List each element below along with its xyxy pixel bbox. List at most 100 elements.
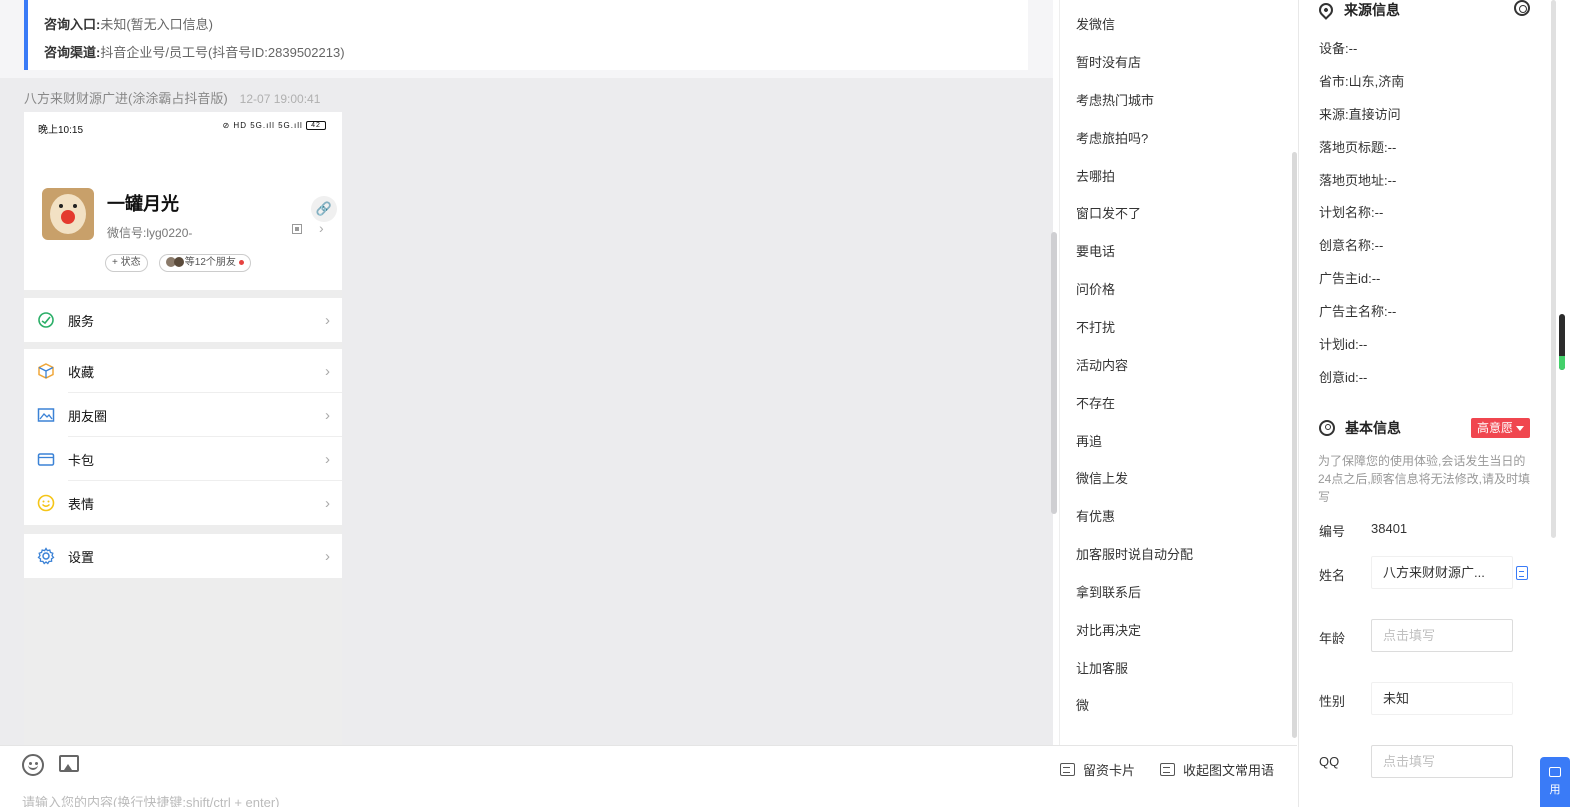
menu-item-label: 表情: [68, 496, 95, 512]
phrase-item[interactable]: 暂时没有店: [1076, 52, 1141, 71]
phrase-item[interactable]: 考虑热门城市: [1076, 90, 1154, 109]
age-label: 年龄: [1319, 631, 1346, 646]
phrases-scrollbar[interactable]: [1292, 152, 1297, 738]
menu-item-label: 朋友圈: [68, 408, 108, 424]
card-doc-icon: [1060, 763, 1075, 776]
phrase-item[interactable]: 微: [1076, 695, 1089, 714]
message-image[interactable]: 晚上10:15 ⊘ HD 5G.ıll 5G.ıll 42 一罐月光 微信号:l…: [24, 112, 342, 748]
phrase-item[interactable]: 活动内容: [1076, 355, 1128, 374]
collapse-phrases-button[interactable]: 收起图文常用语: [1160, 760, 1274, 779]
location-pin-icon: [1316, 0, 1336, 20]
gender-select[interactable]: 未知: [1371, 682, 1513, 715]
info-panel-scrollbar[interactable]: [1551, 0, 1556, 538]
qr-code-icon: [292, 224, 302, 234]
intent-tag-dropdown[interactable]: 高意愿: [1471, 418, 1531, 438]
qq-label: QQ: [1319, 754, 1340, 769]
chat-scrollbar[interactable]: [1051, 232, 1057, 514]
chat-bubble-icon: [1549, 767, 1561, 777]
caret-down-icon: [1516, 426, 1525, 432]
source-row: 广告主id:--: [1319, 271, 1381, 286]
phrase-item[interactable]: 对比再决定: [1076, 620, 1141, 639]
status-bar-time: 晚上10:15: [38, 125, 84, 136]
phrase-item[interactable]: 要电话: [1076, 241, 1115, 260]
chevron-right-icon: ›: [319, 220, 324, 236]
side-status-indicator: [1559, 314, 1565, 370]
friends-pill-label: 等12个朋友: [184, 257, 236, 268]
menu-item-service: 服务 ›: [24, 298, 342, 342]
phrase-item[interactable]: 加客服时说自动分配: [1076, 544, 1193, 563]
consult-entry-label: 咨询入口:: [44, 17, 101, 32]
phrase-item[interactable]: 让加客服: [1076, 658, 1128, 677]
menu-item-label: 设置: [68, 549, 95, 565]
source-row: 落地页地址:--: [1319, 173, 1397, 188]
lead-card-label: 留资卡片: [1083, 763, 1136, 778]
floating-button-label: 用: [1549, 784, 1561, 796]
gender-label: 性别: [1319, 694, 1346, 709]
source-row: 设备:--: [1319, 41, 1358, 56]
phrase-item[interactable]: 问价格: [1076, 279, 1115, 298]
smile-mark: [28, 765, 38, 770]
menu-item-favorites: 收藏 ›: [24, 349, 342, 393]
user-icon: [1319, 420, 1335, 436]
avatar-nose: [61, 210, 75, 224]
name-label: 姓名: [1319, 568, 1346, 583]
floating-chat-button[interactable]: 用: [1540, 757, 1570, 807]
collapse-phrases-label: 收起图文常用语: [1183, 763, 1275, 778]
copy-icon[interactable]: [1516, 566, 1528, 580]
friends-pill: 等12个朋友: [159, 254, 251, 272]
menu-item-stickers: 表情 ›: [24, 481, 342, 525]
image-upload-icon[interactable]: [59, 755, 79, 772]
consult-entry-value: 未知(暂无入口信息): [100, 17, 214, 32]
consult-info-area: 咨询入口:未知(暂无入口信息) 咨询渠道:抖音企业号/员工号(抖音号ID:283…: [0, 0, 1053, 78]
chevron-right-icon: ›: [325, 311, 330, 329]
consult-channel-label: 咨询渠道:: [44, 45, 101, 60]
phrase-item[interactable]: 不存在: [1076, 393, 1115, 412]
friend-avatar-icon: [174, 257, 184, 268]
message-header: 八方来财财源广进(涂涂霸占抖音版) 12-07 19:00:41: [24, 88, 320, 107]
emoji-picker-icon[interactable]: [22, 754, 44, 776]
phrase-item[interactable]: 考虑旅拍吗?: [1076, 128, 1148, 147]
source-row: 计划名称:--: [1319, 205, 1384, 220]
status-bar-icons: ⊘ HD 5G.ıll 5G.ıll 42: [222, 121, 326, 131]
avatar-eye: [73, 204, 77, 208]
name-field[interactable]: 八方来财财源广...: [1371, 556, 1513, 589]
phrase-item[interactable]: 发微信: [1076, 14, 1115, 33]
app-root: 咨询入口:未知(暂无入口信息) 咨询渠道:抖音企业号/员工号(抖音号ID:283…: [0, 0, 1575, 807]
link-icon: 🔗: [311, 196, 337, 222]
phrase-item[interactable]: 窗口发不了: [1076, 203, 1141, 222]
menu-item-label: 服务: [68, 313, 95, 329]
basic-info-header: 基本信息: [1319, 418, 1401, 438]
source-row: 省市:山东,济南: [1319, 74, 1405, 89]
service-icon: [36, 310, 56, 330]
id-label: 编号: [1319, 524, 1346, 539]
phrase-item[interactable]: 有优惠: [1076, 506, 1115, 525]
phrase-item[interactable]: 不打扰: [1076, 317, 1115, 336]
phrase-item[interactable]: 去哪拍: [1076, 166, 1115, 185]
menu-group-settings: 设置 ›: [24, 534, 342, 578]
message-input[interactable]: 请输入您的内容(换行快捷键:shift/ctrl + enter): [22, 792, 280, 807]
age-field[interactable]: 点击填写: [1371, 619, 1513, 652]
moments-icon: [36, 405, 56, 425]
phrase-item[interactable]: 拿到联系后: [1076, 582, 1141, 601]
id-value: 38401: [1371, 521, 1408, 536]
menu-item-label: 卡包: [68, 452, 95, 468]
profile-wechat-id: 微信号:lyg0220-: [107, 226, 193, 240]
qq-field[interactable]: 点击填写: [1371, 745, 1513, 778]
locate-icon[interactable]: [1514, 0, 1530, 16]
phrase-item[interactable]: 微信上发: [1076, 468, 1128, 487]
intent-tag-label: 高意愿: [1477, 421, 1514, 435]
menu-item-label: 收藏: [68, 364, 95, 380]
consult-info-card: 咨询入口:未知(暂无入口信息) 咨询渠道:抖音企业号/员工号(抖音号ID:283…: [24, 0, 1028, 70]
menu-group-main: 收藏 › 朋友圈 › 卡包 › 表情 ›: [24, 349, 342, 525]
consult-channel-value: 抖音企业号/员工号(抖音号ID:2839502213): [100, 45, 345, 60]
profile-card: 晚上10:15 ⊘ HD 5G.ıll 5G.ıll 42 一罐月光 微信号:l…: [24, 112, 342, 290]
chevron-right-icon: ›: [325, 547, 330, 565]
phrase-item[interactable]: 再追: [1076, 431, 1102, 450]
source-row: 来源:直接访问: [1319, 107, 1401, 122]
customer-info-panel: 来源信息 设备:-- 省市:山东,济南 来源:直接访问 落地页标题:-- 落地页…: [1298, 0, 1575, 807]
chevron-right-icon: ›: [325, 450, 330, 468]
menu-item-settings: 设置 ›: [24, 534, 342, 578]
profile-nickname: 一罐月光: [107, 194, 179, 214]
lead-card-button[interactable]: 留资卡片: [1060, 760, 1135, 779]
menu-item-card-wallet: 卡包 ›: [24, 437, 342, 481]
